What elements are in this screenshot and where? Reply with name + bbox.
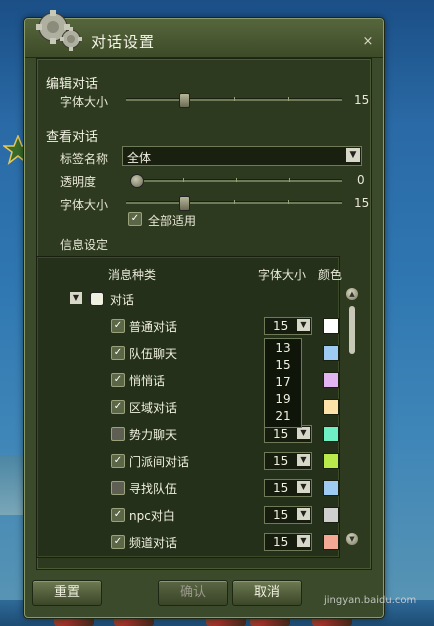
row-label: 势力聊天 — [129, 428, 178, 442]
close-icon[interactable]: × — [361, 35, 375, 49]
row-checkbox[interactable]: ✓ — [111, 319, 125, 333]
view-font-size-value: 15 — [354, 196, 370, 210]
title-bar[interactable]: 对话设置 × — [25, 10, 383, 58]
size-dropdown-list: 13 15 17 19 21 — [264, 338, 302, 428]
chevron-down-icon[interactable]: ▼ — [297, 454, 310, 466]
row-size-select[interactable]: 15 ▼ — [264, 479, 312, 497]
row-size-value: 15 — [273, 508, 289, 522]
background-scenery — [0, 455, 24, 515]
row-label: 寻找队伍 — [129, 482, 178, 496]
view-font-size-label: 字体大小 — [60, 198, 109, 212]
row-size-select[interactable]: 15 ▼ — [264, 452, 312, 470]
row-color-swatch[interactable] — [323, 426, 339, 442]
row-label: 普通对话 — [129, 320, 178, 334]
watermark: jingyan.baidu.com — [324, 595, 417, 606]
row-size-select[interactable]: 15 ▼ — [264, 506, 312, 524]
row-color-swatch[interactable] — [323, 318, 339, 334]
chevron-down-icon[interactable]: ▼ — [297, 508, 310, 520]
chevron-down-icon[interactable]: ▼ — [297, 535, 310, 547]
info-settings-heading: 信息设定 — [60, 238, 109, 252]
row-color-swatch[interactable] — [323, 399, 339, 415]
row-size-value: 15 — [273, 481, 289, 495]
size-option[interactable]: 17 — [265, 374, 301, 391]
col-header-type: 消息种类 — [108, 268, 157, 282]
edit-font-size-value: 15 — [354, 93, 370, 107]
row-label: 门派间对话 — [129, 455, 190, 469]
row-checkbox[interactable]: ✓ — [111, 373, 125, 387]
row-checkbox[interactable]: ✓ — [111, 454, 125, 468]
row-size-value: 15 — [273, 535, 289, 549]
view-font-size-slider[interactable] — [126, 196, 342, 211]
chevron-down-icon[interactable]: ▼ — [297, 427, 310, 439]
gear-icon — [36, 10, 82, 51]
row-label: npc对白 — [129, 509, 175, 523]
edit-font-size-slider[interactable] — [126, 93, 342, 108]
row-checkbox[interactable]: ✓ — [111, 535, 125, 549]
row-size-value: 15 — [273, 319, 289, 333]
edit-chat-heading: 编辑对话 — [46, 77, 99, 92]
size-option[interactable]: 21 — [265, 408, 301, 425]
row-label: 频道对话 — [129, 536, 178, 550]
row-checkbox[interactable]: ✓ — [111, 427, 125, 441]
row-checkbox[interactable]: ✓ — [111, 400, 125, 414]
slider-thumb[interactable] — [130, 174, 144, 188]
slider-thumb[interactable] — [179, 196, 190, 211]
tab-name-label: 标签名称 — [60, 152, 109, 166]
row-color-swatch[interactable] — [323, 534, 339, 550]
tab-name-value: 全体 — [127, 151, 152, 165]
size-option[interactable]: 19 — [265, 391, 301, 408]
apply-all-label: 全部适用 — [148, 214, 197, 228]
apply-all-checkbox[interactable]: ✓ — [128, 212, 142, 226]
group-checkbox[interactable] — [90, 292, 104, 306]
row-label: 区域对话 — [129, 401, 178, 415]
tab-name-select[interactable]: 全体 ▼ — [122, 146, 362, 166]
collapse-icon[interactable]: ▼ — [70, 292, 82, 304]
chevron-down-icon[interactable]: ▼ — [346, 148, 360, 162]
group-label: 对话 — [110, 293, 135, 307]
slider-thumb[interactable] — [179, 93, 190, 108]
chevron-down-icon[interactable]: ▼ — [297, 319, 310, 331]
row-checkbox[interactable]: ✓ — [111, 346, 125, 360]
scrollbar-thumb[interactable] — [349, 306, 355, 354]
row-color-swatch[interactable] — [323, 480, 339, 496]
row-color-swatch[interactable] — [323, 453, 339, 469]
size-option[interactable]: 13 — [265, 340, 301, 357]
row-color-swatch[interactable] — [323, 345, 339, 361]
chevron-down-icon[interactable]: ▼ — [297, 481, 310, 493]
edit-font-size-label: 字体大小 — [60, 95, 109, 109]
row-checkbox[interactable]: ✓ — [111, 508, 125, 522]
confirm-button[interactable]: 确认 — [158, 580, 228, 606]
cancel-button[interactable]: 取消 — [232, 580, 302, 606]
col-header-color: 颜色 — [318, 268, 343, 282]
row-label: 队伍聊天 — [129, 347, 178, 361]
size-option[interactable]: 15 — [265, 357, 301, 374]
row-size-value: 15 — [273, 454, 289, 468]
window-title: 对话设置 — [91, 33, 156, 51]
opacity-label: 透明度 — [60, 175, 97, 189]
panel-scrollbar[interactable]: ▲ ▼ — [345, 288, 359, 546]
row-checkbox[interactable]: ✓ — [111, 481, 125, 495]
row-label: 悄悄话 — [129, 374, 166, 388]
row-size-select[interactable]: 15 ▼ — [264, 317, 312, 335]
scroll-up-icon[interactable]: ▲ — [346, 288, 358, 300]
scroll-down-icon[interactable]: ▼ — [346, 533, 358, 545]
view-chat-heading: 查看对话 — [46, 130, 99, 145]
row-color-swatch[interactable] — [323, 507, 339, 523]
reset-button[interactable]: 重置 — [32, 580, 102, 606]
col-header-size: 字体大小 — [258, 268, 307, 282]
row-size-value: 15 — [273, 427, 289, 441]
opacity-slider[interactable] — [130, 174, 342, 188]
row-color-swatch[interactable] — [323, 372, 339, 388]
opacity-value: 0 — [357, 173, 365, 187]
row-size-select[interactable]: 15 ▼ — [264, 533, 312, 551]
